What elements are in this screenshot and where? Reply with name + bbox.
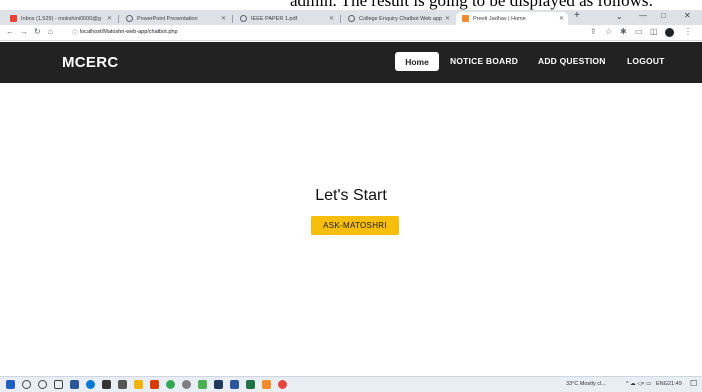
ask-matoshri-button[interactable]: ASK-MATOSHRI	[311, 216, 399, 235]
app-icon[interactable]	[278, 380, 287, 389]
tab-label: PowerPoint Presentation	[137, 15, 198, 22]
store-icon[interactable]	[102, 380, 111, 389]
reload-icon[interactable]: ↻	[34, 27, 41, 36]
site-navbar: MCERC Home NOTICE BOARD ADD QUESTION LOG…	[0, 42, 702, 83]
close-tab-icon[interactable]: ✕	[107, 15, 112, 22]
extensions-icon[interactable]: ✱	[620, 27, 627, 36]
browser-tab-ieee[interactable]: IEEE PAPER 1.pdf ✕	[234, 12, 338, 25]
tray-icons[interactable]: ^ ☁ ◁× ▭	[626, 381, 651, 387]
gmail-icon	[10, 15, 17, 22]
language-indicator[interactable]: ENG	[656, 381, 668, 387]
file-explorer-icon[interactable]	[134, 380, 143, 389]
mail-icon[interactable]	[118, 380, 127, 389]
share-icon[interactable]: ⇪	[590, 27, 597, 36]
close-window-button[interactable]: ✕	[684, 11, 691, 20]
chrome-icon[interactable]	[166, 380, 175, 389]
url-field[interactable]: localhost/Matoshri-web-app/chatbot.php	[80, 29, 178, 35]
globe-icon	[240, 15, 247, 22]
tab-label: Inbox (1,529) - mokshini0000@g	[21, 15, 101, 22]
settings-icon[interactable]	[182, 380, 191, 389]
new-tab-button[interactable]: +	[574, 10, 580, 21]
tab-search-chevron-icon[interactable]: ⌄	[616, 12, 623, 21]
clock[interactable]: 21:49	[668, 381, 682, 387]
notification-icon[interactable]: ☐	[690, 379, 697, 388]
site-brand[interactable]: MCERC	[62, 54, 119, 71]
weather-widget[interactable]: 33°C Mostly cl...	[566, 381, 606, 387]
menu-dots-icon[interactable]: ⋮	[684, 27, 692, 36]
minimize-button[interactable]: —	[639, 11, 647, 20]
app-icon[interactable]	[198, 380, 207, 389]
site-info-icon[interactable]: ⓘ	[72, 28, 78, 37]
close-tab-icon[interactable]: ✕	[445, 15, 450, 22]
back-arrow-icon[interactable]: ←	[6, 27, 14, 36]
close-tab-icon[interactable]: ✕	[329, 15, 334, 22]
profile-avatar-icon[interactable]	[665, 28, 674, 37]
main-content: Let's Start ASK-MATOSHRI	[0, 83, 702, 376]
browser-tab-gmail[interactable]: Inbox (1,529) - mokshini0000@g ✕	[4, 12, 116, 25]
site-favicon-icon	[462, 15, 469, 22]
bookmark-star-icon[interactable]: ☆	[605, 27, 612, 36]
home-icon[interactable]: ⌂	[48, 27, 53, 36]
powerpoint-icon[interactable]	[150, 380, 159, 389]
windows-start-icon[interactable]	[6, 380, 15, 389]
nav-notice-board-link[interactable]: NOTICE BOARD	[450, 56, 518, 66]
maximize-button[interactable]: □	[661, 11, 666, 20]
browser-tab-home-active[interactable]: Preeti Jadhav | Home ✕	[456, 12, 568, 25]
cortana-icon[interactable]	[38, 380, 47, 389]
excel-icon[interactable]	[246, 380, 255, 389]
tab-label: IEEE PAPER 1.pdf	[251, 15, 298, 22]
nav-add-question-link[interactable]: ADD QUESTION	[538, 56, 606, 66]
tab-label: College Enquiry Chatbot Web app	[359, 15, 443, 22]
app-icon[interactable]	[214, 380, 223, 389]
task-view-icon[interactable]	[54, 380, 63, 389]
app-icon[interactable]	[70, 380, 79, 389]
browser-tab-chatbot[interactable]: College Enquiry Chatbot Web app ✕	[342, 12, 454, 25]
forward-arrow-icon[interactable]: →	[20, 27, 28, 36]
search-icon[interactable]	[22, 380, 31, 389]
reading-list-icon[interactable]: ▭	[635, 27, 643, 36]
globe-icon	[348, 15, 355, 22]
sidebar-icon[interactable]: ◫	[650, 27, 658, 36]
globe-icon	[126, 15, 133, 22]
browser-tab-bar: Inbox (1,529) - mokshini0000@g ✕ PowerPo…	[0, 10, 702, 25]
browser-address-bar: ← → ↻ ⌂ ⓘ localhost/Matoshri-web-app/cha…	[0, 25, 702, 41]
app-icon[interactable]	[262, 380, 271, 389]
os-taskbar: 33°C Mostly cl... ^ ☁ ◁× ▭ ENG 21:49 ☐	[0, 376, 702, 392]
close-tab-icon[interactable]: ✕	[559, 15, 564, 22]
hero-title: Let's Start	[315, 187, 387, 204]
browser-tab-powerpoint[interactable]: PowerPoint Presentation ✕	[120, 12, 230, 25]
nav-home-button[interactable]: Home	[395, 52, 439, 71]
word-icon[interactable]	[230, 380, 239, 389]
edge-icon[interactable]	[86, 380, 95, 389]
nav-logout-link[interactable]: LOGOUT	[627, 56, 665, 66]
tab-label: Preeti Jadhav | Home	[473, 15, 526, 22]
close-tab-icon[interactable]: ✕	[221, 15, 226, 22]
